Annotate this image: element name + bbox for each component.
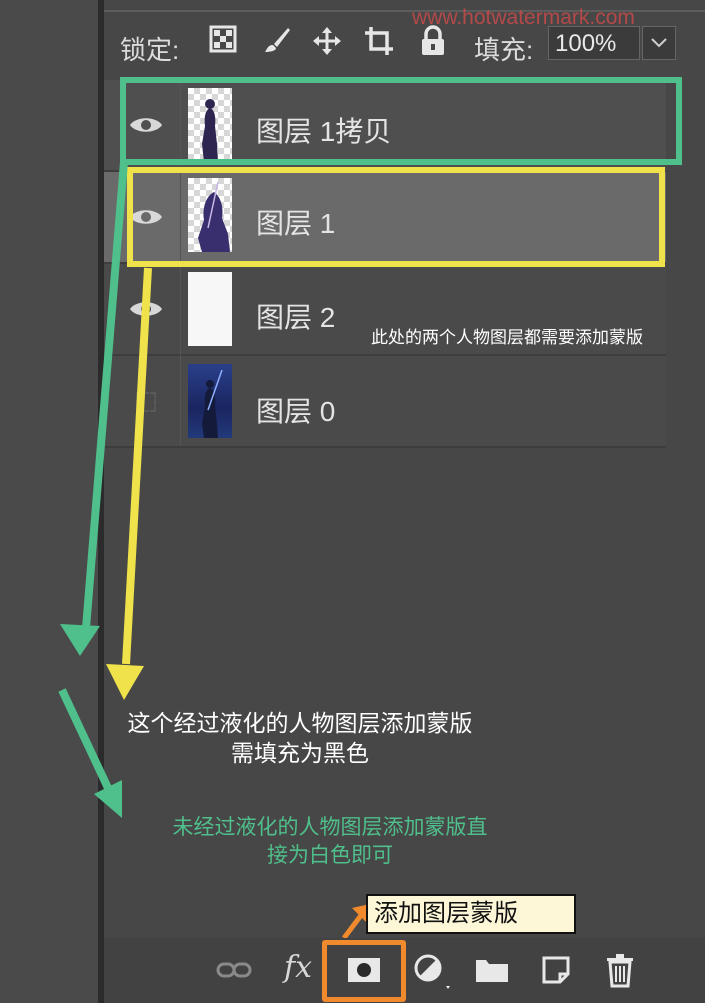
annotation-green-note: 未经过液化的人物图层添加蒙版直 接为白色即可 <box>120 814 540 870</box>
annotation-yellow-note: 这个经过液化的人物图层添加蒙版 需填充为黑色 <box>80 708 520 768</box>
yellow-arrow-head <box>106 664 144 700</box>
yellow-highlight-box <box>127 167 665 267</box>
green-note-line: 接为白色即可 <box>267 844 393 867</box>
folder-icon[interactable] <box>472 950 512 990</box>
new-layer-icon[interactable] <box>536 950 576 990</box>
yellow-note-line: 这个经过液化的人物图层添加蒙版 <box>127 710 473 736</box>
yellow-note-line: 需填充为黑色 <box>231 740 369 766</box>
add-mask-highlight <box>322 940 406 1002</box>
trash-icon[interactable] <box>600 950 640 990</box>
green-note-line: 未经过液化的人物图层添加蒙版直 <box>172 816 488 839</box>
green-highlight-box <box>120 77 682 165</box>
fx-icon[interactable]: fx <box>284 950 324 990</box>
green-arrow-line <box>82 161 128 629</box>
orange-arrow-line <box>342 912 364 940</box>
add-mask-callout: 添加图层蒙版 <box>366 894 576 934</box>
adjustment-icon[interactable] <box>410 950 450 990</box>
green-arrow-head <box>60 624 100 656</box>
link-icon[interactable] <box>214 950 254 990</box>
yellow-arrow-line <box>122 267 152 665</box>
